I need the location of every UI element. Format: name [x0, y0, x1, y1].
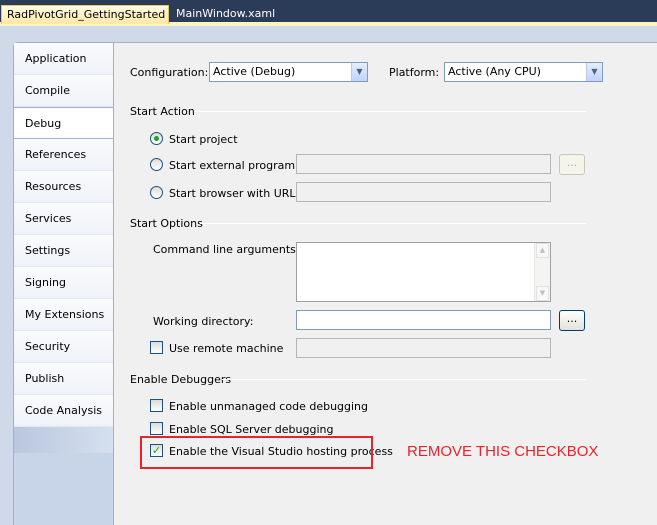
start-browser-radio[interactable]: [150, 186, 163, 199]
highlight-box: [140, 436, 373, 469]
start-external-label: Start external program:: [169, 159, 299, 172]
configuration-value: Active (Debug): [213, 65, 296, 78]
debug-settings-panel: Configuration: Active (Debug) ▼ Platform…: [113, 42, 657, 525]
external-program-field[interactable]: [296, 154, 551, 174]
vertical-scrollbar[interactable]: ▲ ▼: [534, 243, 550, 301]
nav-item-my-extensions[interactable]: My Extensions: [14, 299, 115, 331]
working-directory-label: Working directory:: [153, 315, 254, 328]
tab-project-properties[interactable]: RadPivotGrid_GettingStarted: [1, 5, 169, 24]
section-divider: [194, 111, 586, 112]
section-divider: [200, 223, 586, 224]
command-line-args-field[interactable]: ▲ ▼: [296, 242, 551, 302]
nav-item-settings[interactable]: Settings: [14, 235, 115, 267]
remote-machine-checkbox[interactable]: [150, 341, 163, 354]
nav-item-application[interactable]: Application: [14, 43, 115, 75]
platform-value: Active (Any CPU): [448, 65, 541, 78]
tab-mainwindow-xaml[interactable]: MainWindow.xaml: [171, 5, 275, 24]
project-designer: Application Compile Debug References Res…: [0, 26, 657, 525]
sql-debugging-label: Enable SQL Server debugging: [169, 423, 334, 436]
platform-label: Platform:: [389, 66, 440, 79]
platform-dropdown[interactable]: Active (Any CPU) ▼: [444, 62, 603, 82]
start-browser-label: Start browser with URL:: [169, 187, 300, 200]
unmanaged-debugging-checkbox[interactable]: [150, 399, 163, 412]
remote-machine-field[interactable]: [296, 338, 551, 358]
remote-machine-label: Use remote machine: [169, 342, 284, 355]
sql-debugging-checkbox[interactable]: [150, 422, 163, 435]
enable-debuggers-heading: Enable Debuggers: [130, 373, 232, 386]
start-options-heading: Start Options: [130, 217, 203, 230]
nav-item-services[interactable]: Services: [14, 203, 115, 235]
document-tab-strip: RadPivotGrid_GettingStarted MainWindow.x…: [0, 0, 657, 26]
nav-item-security[interactable]: Security: [14, 331, 115, 363]
start-project-label: Start project: [169, 133, 238, 146]
start-action-heading: Start Action: [130, 105, 195, 118]
start-project-radio[interactable]: [150, 132, 163, 145]
browse-directory-button[interactable]: ...: [559, 310, 585, 331]
chevron-down-icon: ▼: [351, 63, 367, 81]
nav-item-compile[interactable]: Compile: [14, 75, 115, 107]
browser-url-field[interactable]: [296, 182, 551, 202]
nav-rail-filler: [14, 453, 114, 525]
configuration-label: Configuration:: [130, 66, 209, 79]
configuration-dropdown[interactable]: Active (Debug) ▼: [209, 62, 368, 82]
nav-item-publish[interactable]: Publish: [14, 363, 115, 395]
chevron-down-icon: ▼: [586, 63, 602, 81]
unmanaged-debugging-label: Enable unmanaged code debugging: [169, 400, 369, 413]
nav-item-debug[interactable]: Debug: [14, 107, 116, 139]
nav-item-references[interactable]: References: [14, 139, 115, 171]
nav-item-code-analysis[interactable]: Code Analysis: [14, 395, 115, 427]
start-external-radio[interactable]: [150, 158, 163, 171]
annotation-text: REMOVE THIS CHECKBOX: [407, 443, 599, 460]
section-divider: [222, 379, 586, 380]
browse-program-button[interactable]: ...: [559, 154, 585, 175]
property-pages-nav: Application Compile Debug References Res…: [13, 42, 116, 525]
nav-item-signing[interactable]: Signing: [14, 267, 115, 299]
scroll-up-icon[interactable]: ▲: [536, 243, 549, 258]
command-line-label: Command line arguments:: [153, 243, 300, 256]
nav-item-resources[interactable]: Resources: [14, 171, 115, 203]
working-directory-field[interactable]: [296, 310, 551, 330]
scroll-down-icon[interactable]: ▼: [536, 286, 549, 301]
